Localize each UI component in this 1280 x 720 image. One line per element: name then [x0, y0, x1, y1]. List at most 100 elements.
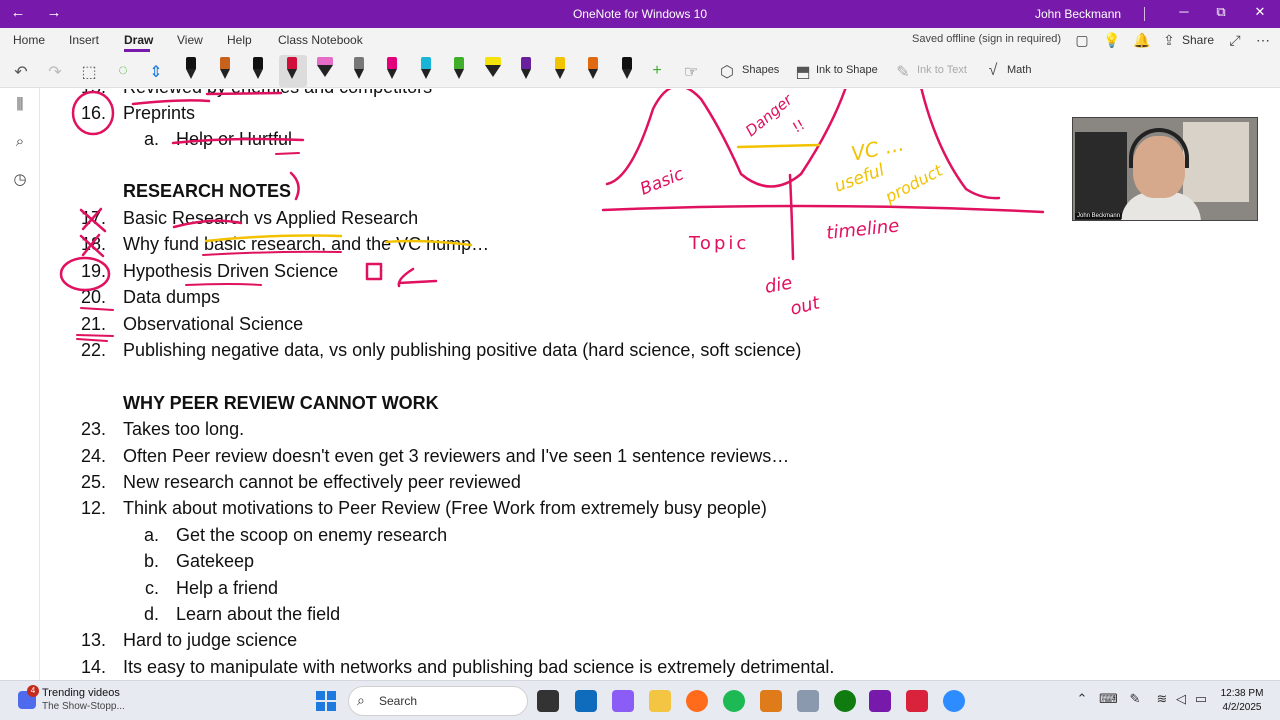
pen-tip [387, 69, 397, 79]
left-navigation-rail: ⫼ ⌕ ◷ [0, 88, 40, 680]
share-button[interactable]: Share [1182, 33, 1214, 47]
zoom-icon[interactable] [943, 690, 965, 712]
tab-home[interactable]: Home [13, 33, 45, 47]
spotify-icon[interactable] [723, 690, 745, 712]
volume-icon[interactable]: ◁ [1172, 691, 1190, 707]
gray-pen-icon[interactable] [349, 57, 369, 85]
ink-label-danger-mark: !! [790, 117, 808, 136]
tab-draw[interactable]: Draw [124, 33, 153, 47]
shapes-icon[interactable]: ⬡ [716, 62, 738, 82]
taskbar-search-label: Search [379, 694, 418, 708]
firefox-icon[interactable] [686, 690, 708, 712]
close-button[interactable]: ✕ [1246, 4, 1274, 20]
tab-help[interactable]: Help [227, 33, 252, 47]
math-button[interactable]: Math [1007, 64, 1031, 76]
taskbar-search[interactable]: ⌕ Search [348, 686, 528, 716]
copilot-icon[interactable] [612, 690, 634, 712]
pink-highlighter-icon[interactable] [315, 57, 335, 85]
ribbon-tabs: Home Insert Draw View Help Class Noteboo… [0, 28, 1280, 54]
space-icon[interactable]: ⇕ [145, 62, 167, 82]
black-pen-2-icon[interactable] [248, 57, 268, 85]
black-pen-icon[interactable] [181, 57, 201, 85]
pen-icon[interactable]: ✎ [1126, 691, 1144, 707]
onenote-icon[interactable] [869, 690, 891, 712]
ink-label-die: die [763, 272, 794, 297]
widgets-subtitle[interactable]: The Show-Stopp... [42, 701, 125, 712]
undo-icon[interactable]: ↶ [10, 62, 32, 82]
green-pen-icon[interactable] [449, 57, 469, 85]
cyan-pen-icon[interactable] [416, 57, 436, 85]
lightbulb-icon[interactable]: 💡 [1103, 32, 1121, 49]
minimize-button[interactable]: ─ [1170, 4, 1198, 19]
pen-tip [186, 69, 196, 79]
ink-arrow [397, 267, 438, 288]
file-explorer-icon[interactable] [649, 690, 671, 712]
yellow-pen-icon[interactable] [550, 57, 570, 85]
app-icon[interactable] [797, 690, 819, 712]
recent-clock-icon[interactable]: ◷ [10, 170, 30, 188]
tab-class-notebook[interactable]: Class Notebook [278, 33, 363, 47]
purple-pen-icon[interactable] [516, 57, 536, 85]
ink-bracket-research-notes [289, 171, 300, 201]
pen-cap [420, 57, 431, 69]
ink-replay-icon[interactable]: ☞ [680, 62, 702, 82]
ink-to-text-icon[interactable]: ✎ [892, 62, 914, 82]
restore-button[interactable]: ⧉ [1207, 4, 1235, 20]
add-pen-icon[interactable]: + [646, 62, 668, 80]
task-view-icon[interactable] [537, 690, 559, 712]
chevron-up-icon[interactable]: ⌃ [1073, 691, 1091, 707]
ink-to-shape-button[interactable]: Ink to Shape [816, 64, 878, 76]
video-poster-right [1183, 122, 1249, 202]
lasso-select-icon[interactable]: ⬚ [78, 62, 100, 82]
draw-toolbar: ↶ ↷ ⬚ ◌ ⇕ + ☞ ⬡ Shapes ⬒ Ink to Shape ✎ … [0, 54, 1280, 88]
black-pen-3-icon[interactable] [617, 57, 637, 85]
pen-cap [554, 57, 565, 69]
ink-to-text-button[interactable]: Ink to Text [917, 64, 967, 76]
sublime-text-icon[interactable] [760, 690, 782, 712]
math-icon[interactable]: √ [982, 62, 1004, 80]
eraser-icon[interactable]: ◌ [112, 62, 134, 80]
webcam-overlay: John Beckmann [1072, 117, 1258, 221]
pen-cap [484, 57, 501, 65]
wifi-icon[interactable]: ≋ [1153, 691, 1171, 707]
ink-to-shape-icon[interactable]: ⬒ [792, 62, 814, 82]
tab-view[interactable]: View [177, 33, 203, 47]
magenta-pen-icon[interactable] [382, 57, 402, 85]
red-pen-icon[interactable] [282, 57, 302, 85]
ink-checkbox [365, 262, 383, 281]
battery-icon[interactable]: ▭ [1192, 691, 1210, 707]
pen-tip [219, 69, 230, 79]
start-windows-icon[interactable] [316, 691, 336, 711]
ink-strike-15 [205, 91, 283, 96]
redo-icon[interactable]: ↷ [44, 62, 66, 82]
yellow-highlighter-icon[interactable] [483, 57, 503, 85]
more-icon[interactable]: ⋯ [1254, 32, 1272, 49]
app-red-icon[interactable] [906, 690, 928, 712]
system-clock[interactable]: 12:38 PM 4/2/2025 [1216, 687, 1268, 715]
outlook-icon[interactable] [575, 690, 597, 712]
notebooks-icon[interactable]: ⫼ [10, 96, 30, 113]
pen-cap [454, 57, 464, 69]
user-name[interactable]: John Beckmann [1035, 7, 1121, 21]
language-icon[interactable]: ⌨ [1099, 691, 1118, 707]
share-icon[interactable]: ⇪ [1160, 32, 1178, 49]
tab-insert[interactable]: Insert [69, 33, 99, 47]
expand-icon[interactable]: ⤢ [1226, 32, 1244, 49]
ink-label-out: out [788, 292, 823, 320]
pen-cap [521, 57, 531, 69]
xbox-icon[interactable] [834, 690, 856, 712]
orange-pencil-icon[interactable] [215, 57, 235, 85]
ink-cross-18 [79, 233, 105, 258]
search-icon[interactable]: ⌕ [10, 133, 30, 150]
bell-icon[interactable]: 🔔 [1133, 32, 1151, 49]
widgets-title[interactable]: Trending videos [42, 687, 120, 699]
shapes-button[interactable]: Shapes [742, 64, 779, 76]
pen-tip [588, 69, 598, 79]
pen-tip [621, 69, 632, 79]
clock-date: 4/2/2025 [1222, 702, 1262, 713]
ink-circle-19 [59, 256, 111, 292]
notebook-icon[interactable]: ▢ [1073, 32, 1091, 49]
title-divider [1144, 7, 1145, 21]
orange-pen-icon[interactable] [583, 57, 603, 85]
pen-tip [317, 65, 333, 77]
